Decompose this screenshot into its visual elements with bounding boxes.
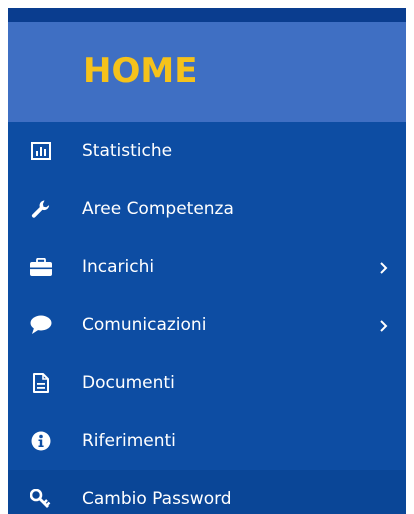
menu-item-incarichi[interactable]: Incarichi xyxy=(8,238,406,296)
wrench-icon xyxy=(30,198,52,220)
bar-chart-icon xyxy=(30,140,52,162)
menu-item-riferimenti[interactable]: Riferimenti xyxy=(8,412,406,470)
briefcase-icon xyxy=(30,256,52,278)
menu-item-label: Documenti xyxy=(82,373,175,393)
document-icon xyxy=(30,372,52,394)
menu-item-cambio-password[interactable]: Cambio Password xyxy=(8,470,406,514)
home-title[interactable]: HOME xyxy=(83,51,197,91)
comment-icon xyxy=(30,314,52,336)
sidebar-top-strip xyxy=(8,8,406,22)
menu-item-label: Cambio Password xyxy=(82,489,232,509)
menu-item-label: Comunicazioni xyxy=(82,315,207,335)
home-header[interactable]: HOME xyxy=(8,22,406,122)
chevron-right-icon xyxy=(379,260,389,274)
menu-item-statistiche[interactable]: Statistiche xyxy=(8,122,406,180)
info-icon xyxy=(30,430,52,452)
menu-item-label: Aree Competenza xyxy=(82,199,234,219)
menu-item-comunicazioni[interactable]: Comunicazioni xyxy=(8,296,406,354)
chevron-right-icon xyxy=(379,318,389,332)
key-icon xyxy=(30,488,52,510)
menu-item-label: Statistiche xyxy=(82,141,173,161)
menu-item-aree-competenza[interactable]: Aree Competenza xyxy=(8,180,406,238)
menu-item-label: Riferimenti xyxy=(82,431,176,451)
sidebar-menu: HOME Statistiche Aree Competenza Incaric… xyxy=(8,8,406,514)
menu-list: Statistiche Aree Competenza Incarichi Co… xyxy=(8,122,406,514)
menu-item-label: Incarichi xyxy=(82,257,155,277)
menu-item-documenti[interactable]: Documenti xyxy=(8,354,406,412)
